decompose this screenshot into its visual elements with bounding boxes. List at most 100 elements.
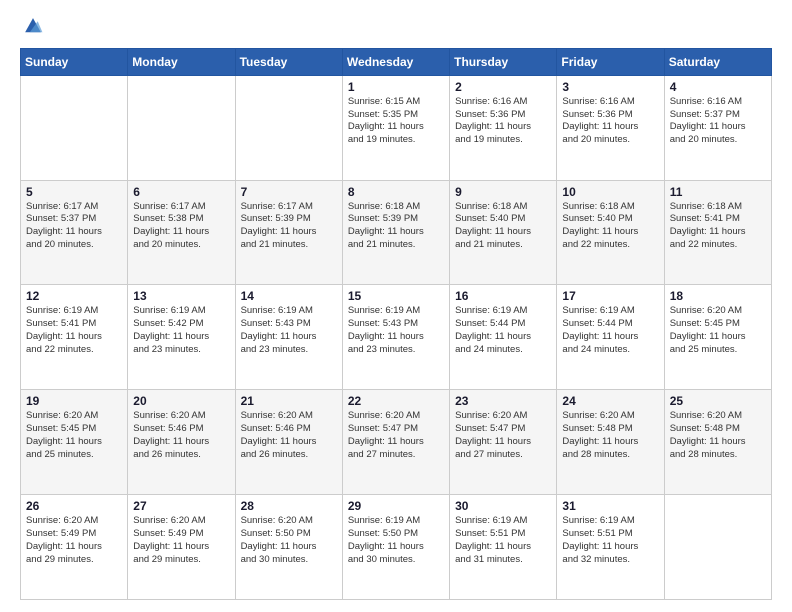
calendar-cell: 28 Sunrise: 6:20 AM Sunset: 5:50 PM Dayli… [235, 495, 342, 600]
day-number: 3 [562, 80, 658, 94]
day-number: 19 [26, 394, 122, 408]
day-number: 20 [133, 394, 229, 408]
calendar-cell: 20 Sunrise: 6:20 AM Sunset: 5:46 PM Dayli… [128, 390, 235, 495]
day-info: Sunrise: 6:20 AM Sunset: 5:50 PM Dayligh… [241, 515, 337, 566]
calendar-week-row: 5 Sunrise: 6:17 AM Sunset: 5:37 PM Daylig… [21, 180, 772, 285]
day-info: Sunrise: 6:20 AM Sunset: 5:47 PM Dayligh… [348, 410, 444, 461]
day-number: 11 [670, 185, 766, 199]
calendar-cell: 29 Sunrise: 6:19 AM Sunset: 5:50 PM Dayli… [342, 495, 449, 600]
day-number: 24 [562, 394, 658, 408]
day-number: 16 [455, 289, 551, 303]
weekday-header-monday: Monday [128, 48, 235, 75]
day-info: Sunrise: 6:19 AM Sunset: 5:50 PM Dayligh… [348, 515, 444, 566]
day-info: Sunrise: 6:20 AM Sunset: 5:48 PM Dayligh… [562, 410, 658, 461]
calendar-cell: 23 Sunrise: 6:20 AM Sunset: 5:47 PM Dayli… [450, 390, 557, 495]
calendar-cell: 6Sunrise: 6:17 AM Sunset: 5:38 PM Daylig… [128, 180, 235, 285]
calendar-cell: 27Sunrise: 6:20 AM Sunset: 5:49 PM Dayli… [128, 495, 235, 600]
weekday-header-saturday: Saturday [664, 48, 771, 75]
calendar-cell: 7 Sunrise: 6:17 AM Sunset: 5:39 PM Daylig… [235, 180, 342, 285]
calendar-cell: 17 Sunrise: 6:19 AM Sunset: 5:44 PM Dayli… [557, 285, 664, 390]
day-number: 31 [562, 499, 658, 513]
day-number: 15 [348, 289, 444, 303]
calendar-cell: 1Sunrise: 6:15 AM Sunset: 5:35 PM Daylig… [342, 75, 449, 180]
calendar-cell: 13 Sunrise: 6:19 AM Sunset: 5:42 PM Dayli… [128, 285, 235, 390]
calendar-cell [21, 75, 128, 180]
day-info: Sunrise: 6:20 AM Sunset: 5:48 PM Dayligh… [670, 410, 766, 461]
calendar-cell: 16 Sunrise: 6:19 AM Sunset: 5:44 PM Dayli… [450, 285, 557, 390]
day-number: 5 [26, 185, 122, 199]
calendar-cell: 3 Sunrise: 6:16 AM Sunset: 5:36 PM Daylig… [557, 75, 664, 180]
day-info: Sunrise: 6:20 AM Sunset: 5:46 PM Dayligh… [241, 410, 337, 461]
day-info: Sunrise: 6:16 AM Sunset: 5:36 PM Dayligh… [455, 96, 551, 147]
weekday-header-tuesday: Tuesday [235, 48, 342, 75]
day-number: 14 [241, 289, 337, 303]
calendar-cell: 9 Sunrise: 6:18 AM Sunset: 5:40 PM Daylig… [450, 180, 557, 285]
day-info: Sunrise: 6:17 AM Sunset: 5:39 PM Dayligh… [241, 201, 337, 252]
day-info: Sunrise: 6:20 AM Sunset: 5:46 PM Dayligh… [133, 410, 229, 461]
calendar-cell: 11 Sunrise: 6:18 AM Sunset: 5:41 PM Dayli… [664, 180, 771, 285]
calendar-cell [128, 75, 235, 180]
calendar-cell: 24 Sunrise: 6:20 AM Sunset: 5:48 PM Dayli… [557, 390, 664, 495]
day-info: Sunrise: 6:18 AM Sunset: 5:40 PM Dayligh… [455, 201, 551, 252]
day-number: 10 [562, 185, 658, 199]
calendar-cell: 18 Sunrise: 6:20 AM Sunset: 5:45 PM Dayli… [664, 285, 771, 390]
weekday-header-row: SundayMondayTuesdayWednesdayThursdayFrid… [21, 48, 772, 75]
day-number: 21 [241, 394, 337, 408]
day-number: 6 [133, 185, 229, 199]
calendar-table: SundayMondayTuesdayWednesdayThursdayFrid… [20, 48, 772, 600]
day-info: Sunrise: 6:19 AM Sunset: 5:43 PM Dayligh… [241, 305, 337, 356]
logo-icon [22, 15, 44, 37]
calendar-week-row: 1Sunrise: 6:15 AM Sunset: 5:35 PM Daylig… [21, 75, 772, 180]
day-number: 28 [241, 499, 337, 513]
day-info: Sunrise: 6:19 AM Sunset: 5:51 PM Dayligh… [455, 515, 551, 566]
day-number: 4 [670, 80, 766, 94]
header [20, 18, 772, 38]
weekday-header-friday: Friday [557, 48, 664, 75]
day-number: 2 [455, 80, 551, 94]
weekday-header-thursday: Thursday [450, 48, 557, 75]
day-number: 29 [348, 499, 444, 513]
day-info: Sunrise: 6:20 AM Sunset: 5:47 PM Dayligh… [455, 410, 551, 461]
day-number: 27 [133, 499, 229, 513]
day-number: 23 [455, 394, 551, 408]
day-number: 9 [455, 185, 551, 199]
day-info: Sunrise: 6:18 AM Sunset: 5:39 PM Dayligh… [348, 201, 444, 252]
day-number: 12 [26, 289, 122, 303]
calendar-cell: 19 Sunrise: 6:20 AM Sunset: 5:45 PM Dayli… [21, 390, 128, 495]
calendar-cell: 5 Sunrise: 6:17 AM Sunset: 5:37 PM Daylig… [21, 180, 128, 285]
day-number: 17 [562, 289, 658, 303]
calendar-week-row: 12 Sunrise: 6:19 AM Sunset: 5:41 PM Dayli… [21, 285, 772, 390]
day-number: 8 [348, 185, 444, 199]
day-number: 25 [670, 394, 766, 408]
day-info: Sunrise: 6:19 AM Sunset: 5:42 PM Dayligh… [133, 305, 229, 356]
calendar-cell: 30Sunrise: 6:19 AM Sunset: 5:51 PM Dayli… [450, 495, 557, 600]
page: SundayMondayTuesdayWednesdayThursdayFrid… [0, 0, 792, 612]
day-info: Sunrise: 6:16 AM Sunset: 5:36 PM Dayligh… [562, 96, 658, 147]
calendar-cell: 8 Sunrise: 6:18 AM Sunset: 5:39 PM Daylig… [342, 180, 449, 285]
weekday-header-wednesday: Wednesday [342, 48, 449, 75]
day-info: Sunrise: 6:17 AM Sunset: 5:37 PM Dayligh… [26, 201, 122, 252]
calendar-cell [235, 75, 342, 180]
day-number: 26 [26, 499, 122, 513]
calendar-week-row: 19 Sunrise: 6:20 AM Sunset: 5:45 PM Dayli… [21, 390, 772, 495]
calendar-cell [664, 495, 771, 600]
calendar-week-row: 26 Sunrise: 6:20 AM Sunset: 5:49 PM Dayli… [21, 495, 772, 600]
day-number: 1 [348, 80, 444, 94]
day-info: Sunrise: 6:18 AM Sunset: 5:41 PM Dayligh… [670, 201, 766, 252]
day-info: Sunrise: 6:19 AM Sunset: 5:43 PM Dayligh… [348, 305, 444, 356]
day-info: Sunrise: 6:19 AM Sunset: 5:44 PM Dayligh… [562, 305, 658, 356]
day-info: Sunrise: 6:19 AM Sunset: 5:41 PM Dayligh… [26, 305, 122, 356]
calendar-cell: 4Sunrise: 6:16 AM Sunset: 5:37 PM Daylig… [664, 75, 771, 180]
calendar-cell: 31Sunrise: 6:19 AM Sunset: 5:51 PM Dayli… [557, 495, 664, 600]
calendar-cell: 22Sunrise: 6:20 AM Sunset: 5:47 PM Dayli… [342, 390, 449, 495]
calendar-cell: 12 Sunrise: 6:19 AM Sunset: 5:41 PM Dayli… [21, 285, 128, 390]
day-number: 13 [133, 289, 229, 303]
day-info: Sunrise: 6:19 AM Sunset: 5:44 PM Dayligh… [455, 305, 551, 356]
calendar-cell: 26 Sunrise: 6:20 AM Sunset: 5:49 PM Dayli… [21, 495, 128, 600]
calendar-cell: 14 Sunrise: 6:19 AM Sunset: 5:43 PM Dayli… [235, 285, 342, 390]
day-info: Sunrise: 6:20 AM Sunset: 5:49 PM Dayligh… [26, 515, 122, 566]
day-info: Sunrise: 6:20 AM Sunset: 5:45 PM Dayligh… [670, 305, 766, 356]
day-info: Sunrise: 6:20 AM Sunset: 5:45 PM Dayligh… [26, 410, 122, 461]
day-number: 7 [241, 185, 337, 199]
day-number: 18 [670, 289, 766, 303]
